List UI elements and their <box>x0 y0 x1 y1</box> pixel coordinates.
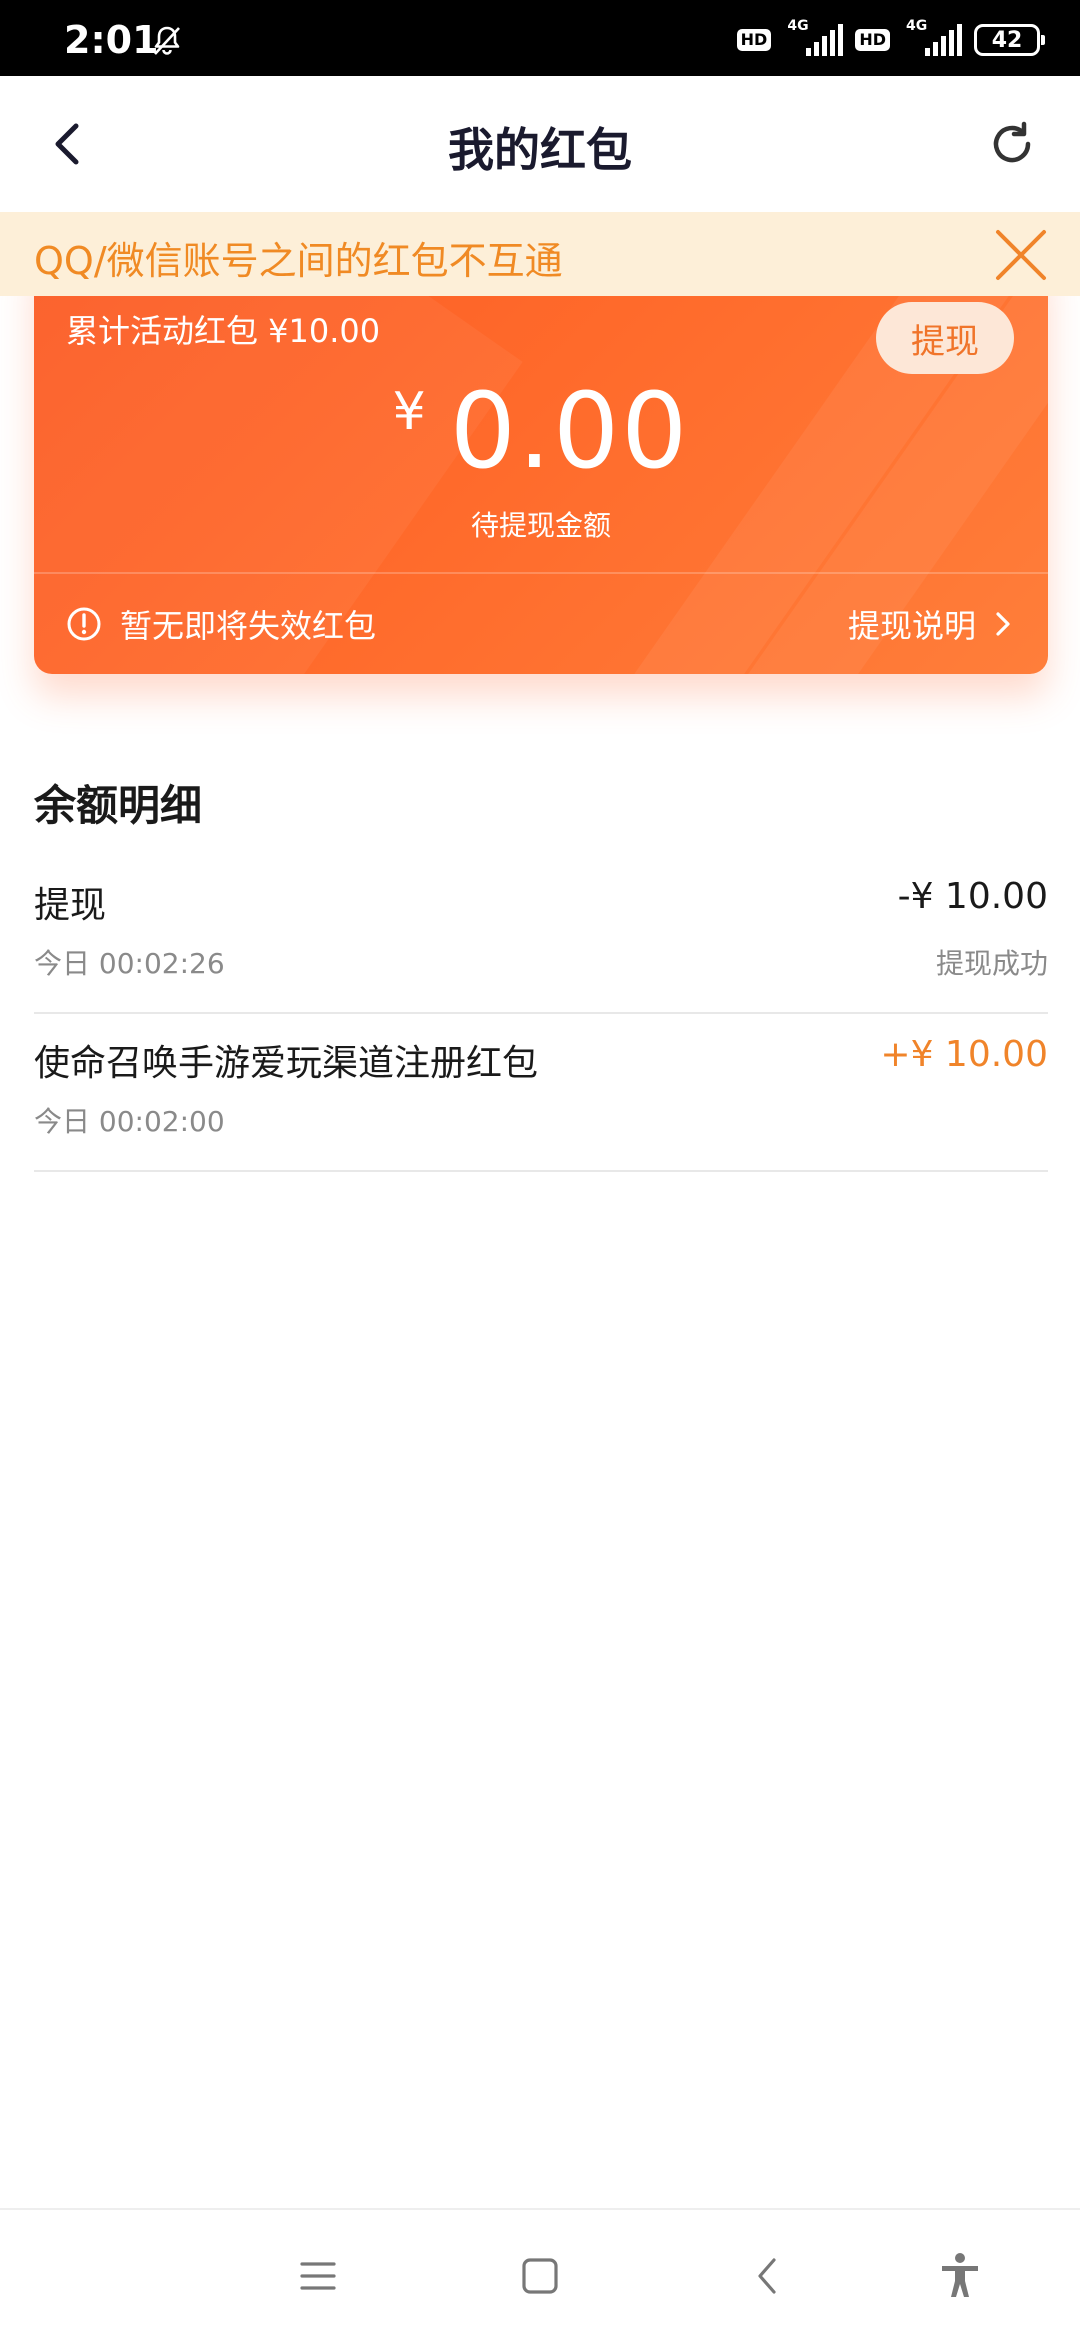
record-amount: +¥ 10.00 <box>880 1034 1048 1075</box>
alert-circle-icon <box>67 607 101 641</box>
balance-detail-list: 提现 今日 00:02:26 -¥ 10.00 提现成功 使命召唤手游爱玩渠道注… <box>34 856 1048 1172</box>
amount-caption: 待提现金额 <box>470 509 611 542</box>
balance-detail-title: 余额明细 <box>34 781 203 830</box>
notice-text: QQ/微信账号之间的红包不互通 <box>34 239 563 283</box>
status-indicators: HD 4G HD 4G 42 <box>736 18 1045 60</box>
record-time: 今日 00:02:26 <box>34 947 225 980</box>
battery-level: 42 <box>991 27 1023 53</box>
hd-badge: HD <box>855 29 890 51</box>
back-icon[interactable] <box>742 2250 794 2302</box>
expire-notice: 暂无即将失效红包 <box>66 602 376 646</box>
home-icon[interactable] <box>514 2250 566 2302</box>
withdraw-explanation-link[interactable]: 提现说明 <box>848 602 1014 646</box>
status-time: 2:01 <box>64 18 159 62</box>
accessibility-icon[interactable] <box>934 2250 986 2302</box>
withdraw-explanation-label: 提现说明 <box>847 607 976 645</box>
currency-symbol: ¥ <box>392 382 426 442</box>
list-item[interactable]: 提现 今日 00:02:26 -¥ 10.00 提现成功 <box>34 856 1048 1014</box>
system-navigation-bar <box>0 2208 1080 2340</box>
bell-muted-icon <box>154 26 180 55</box>
pending-amount: ¥0.00 <box>34 370 1048 492</box>
cumulative-amount: 累计活动红包 ¥10.00 <box>66 312 381 350</box>
red-packet-card: 累计活动红包 ¥10.00 提现 ¥0.00 待提现金额 暂无即将失效红包 提现… <box>34 250 1048 674</box>
status-bar: 2:01 HD 4G HD 4G 42 <box>0 0 1080 76</box>
amount-value: 0.00 <box>449 370 690 492</box>
record-status: 提现成功 <box>935 947 1048 980</box>
card-divider <box>34 572 1048 574</box>
page-title: 我的红包 <box>448 123 632 177</box>
withdraw-button[interactable]: 提现 <box>876 302 1014 374</box>
signal-strength-icon: 4G <box>902 18 962 58</box>
app-header: 我的红包 <box>0 76 1080 212</box>
signal-strength-icon: 4G <box>783 18 844 58</box>
hd-badge: HD <box>736 29 772 51</box>
notice-banner: QQ/微信账号之间的红包不互通 <box>0 212 1080 296</box>
record-name: 提现 <box>34 885 107 926</box>
record-amount: -¥ 10.00 <box>897 876 1048 917</box>
battery-icon: 42 <box>974 24 1045 56</box>
refresh-icon[interactable] <box>984 116 1040 172</box>
record-time: 今日 00:02:00 <box>34 1105 225 1138</box>
close-icon[interactable] <box>992 226 1050 284</box>
menu-icon[interactable] <box>292 2250 344 2302</box>
expire-text: 暂无即将失效红包 <box>120 607 377 645</box>
chevron-right-icon <box>996 612 1010 636</box>
list-item[interactable]: 使命召唤手游爱玩渠道注册红包 今日 00:02:00 +¥ 10.00 <box>34 1014 1048 1172</box>
record-name: 使命召唤手游爱玩渠道注册红包 <box>34 1043 539 1084</box>
